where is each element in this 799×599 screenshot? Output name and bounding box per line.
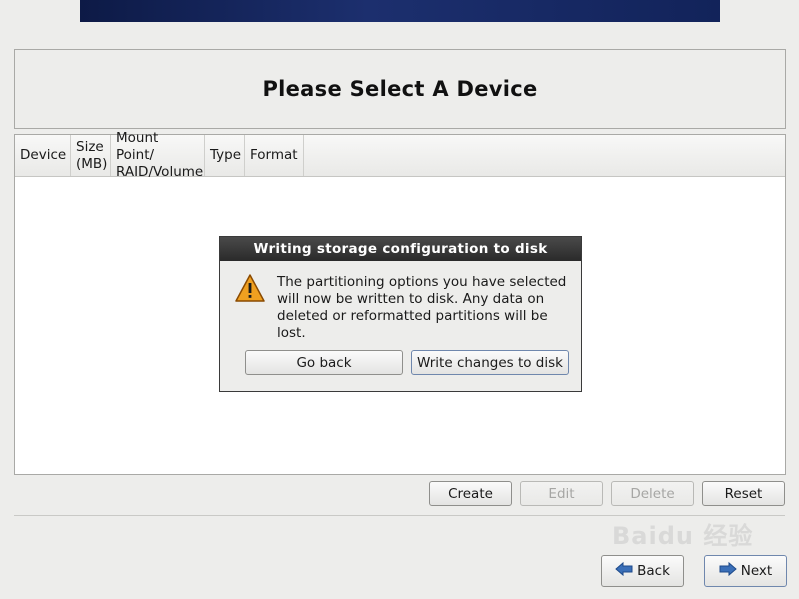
column-header-size[interactable]: Size (MB) bbox=[71, 135, 111, 176]
edit-button-label: Edit bbox=[548, 485, 575, 502]
table-header: Device Size (MB) Mount Point/ RAID/Volum… bbox=[15, 130, 785, 180]
dialog-title: Writing storage configuration to disk bbox=[220, 237, 581, 261]
header-banner bbox=[80, 0, 720, 22]
column-header-device[interactable]: Device bbox=[15, 135, 71, 176]
watermark: Baidu 经验 bbox=[612, 522, 754, 550]
back-button-label: Back bbox=[637, 563, 670, 579]
column-header-format[interactable]: Format bbox=[245, 135, 304, 176]
create-button-label: Create bbox=[448, 485, 493, 502]
column-label: Mount Point/ bbox=[116, 130, 159, 163]
column-label: Format bbox=[250, 147, 298, 163]
delete-button[interactable]: Delete bbox=[611, 481, 694, 506]
column-sublabel: RAID/Volume bbox=[116, 164, 204, 180]
go-back-button[interactable]: Go back bbox=[245, 350, 403, 375]
create-button[interactable]: Create bbox=[429, 481, 512, 506]
column-header-mount-point[interactable]: Mount Point/ RAID/Volume bbox=[111, 130, 205, 180]
reset-button[interactable]: Reset bbox=[702, 481, 785, 506]
next-button[interactable]: Next bbox=[704, 555, 787, 587]
page-title: Please Select A Device bbox=[262, 77, 538, 101]
column-label: Size bbox=[76, 138, 104, 155]
column-sublabel: (MB) bbox=[76, 155, 108, 172]
back-button[interactable]: Back bbox=[601, 555, 684, 587]
confirm-dialog: Writing storage configuration to disk Th… bbox=[219, 236, 582, 392]
go-back-button-label: Go back bbox=[296, 354, 352, 371]
delete-button-label: Delete bbox=[630, 485, 675, 502]
column-label: Type bbox=[210, 147, 242, 163]
column-label: Device bbox=[20, 147, 67, 163]
edit-button[interactable]: Edit bbox=[520, 481, 603, 506]
arrow-left-icon bbox=[615, 561, 633, 581]
next-button-label: Next bbox=[740, 563, 773, 579]
reset-button-label: Reset bbox=[724, 485, 763, 502]
title-panel: Please Select A Device bbox=[14, 49, 786, 129]
warning-icon bbox=[234, 273, 266, 303]
column-header-type[interactable]: Type bbox=[205, 135, 245, 176]
arrow-right-icon bbox=[719, 561, 737, 581]
write-changes-button-label: Write changes to disk bbox=[417, 354, 563, 371]
write-changes-button[interactable]: Write changes to disk bbox=[411, 350, 569, 375]
dialog-message: The partitioning options you have select… bbox=[277, 274, 567, 341]
